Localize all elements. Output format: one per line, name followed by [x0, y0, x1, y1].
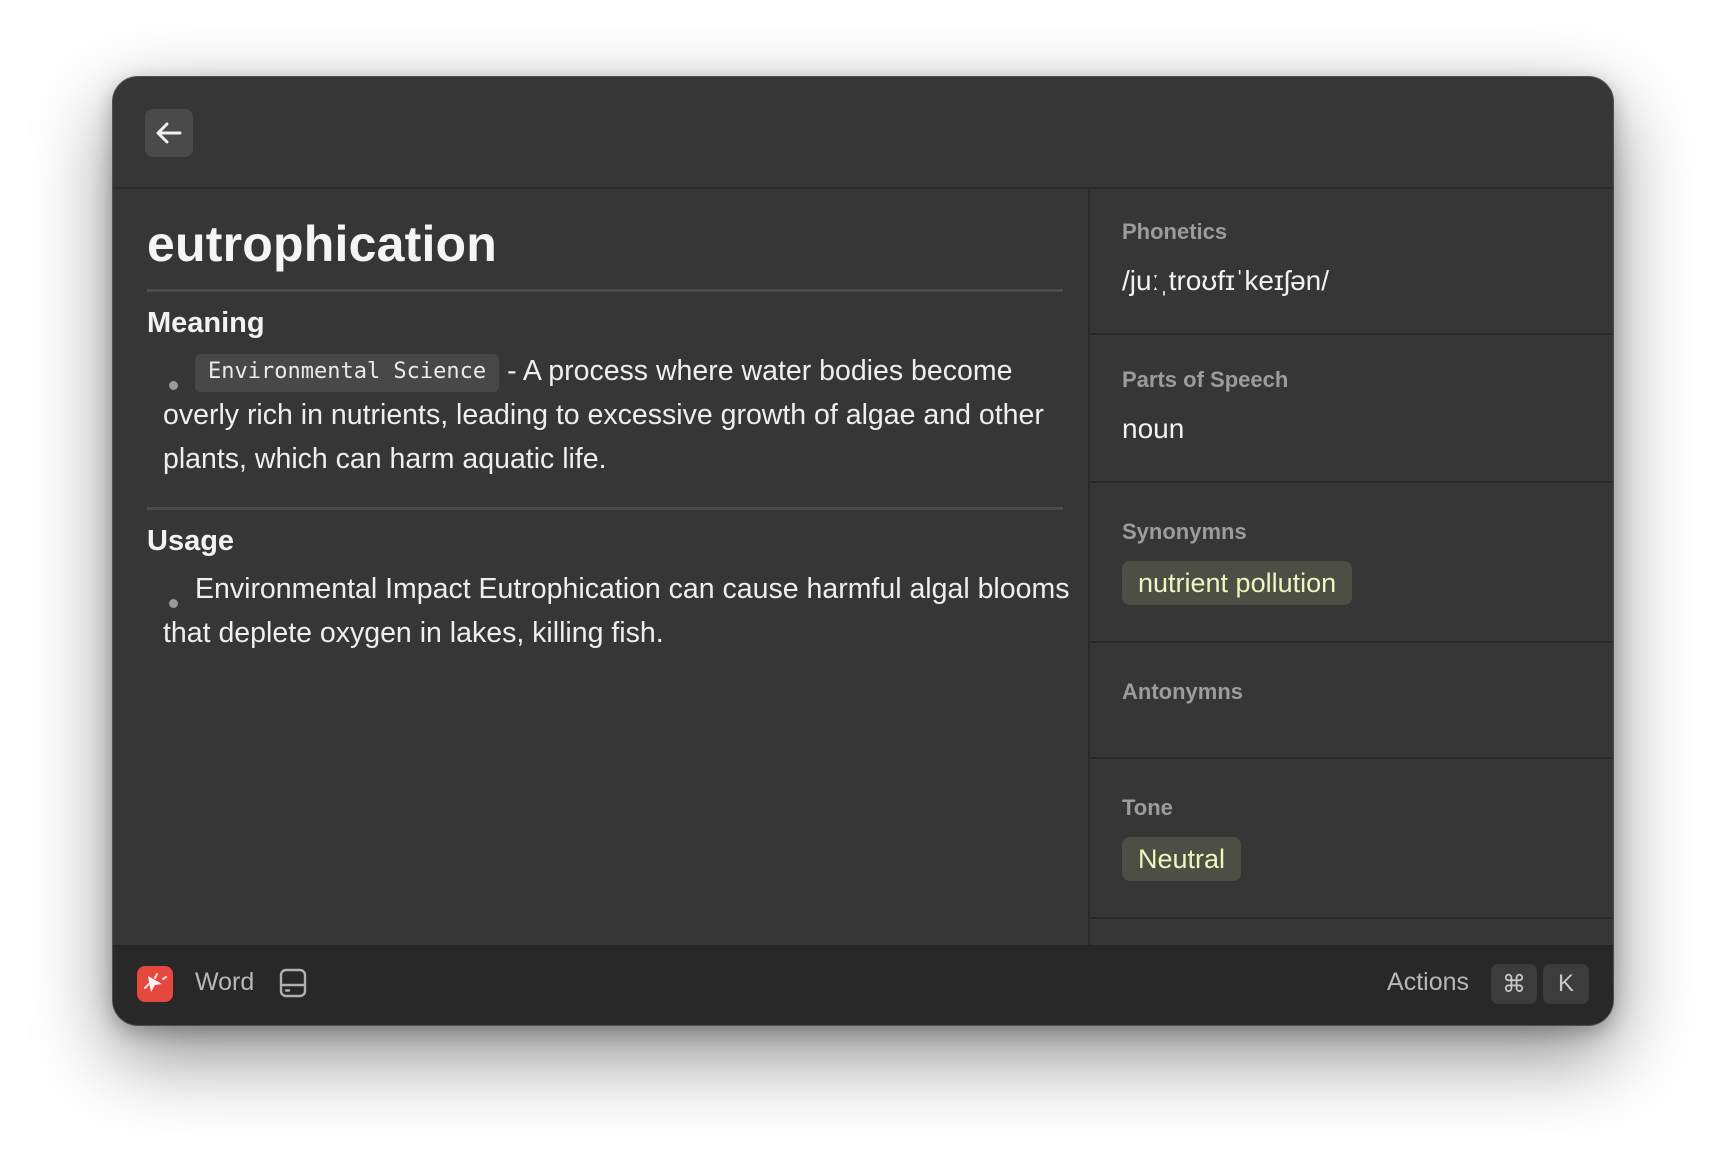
shortcut-key-k: K [1543, 964, 1589, 1004]
phonetics-label: Phonetics [1122, 219, 1228, 244]
synonyms-section: Synonymns nutrient pollution [1090, 483, 1613, 643]
tone-section: Tone Neutral [1090, 759, 1613, 919]
details-sidebar: Phonetics /juːˌtroʊfɪˈkeɪʃən/ Parts of S… [1088, 189, 1613, 945]
parts-of-speech-label: Parts of Speech [1122, 367, 1289, 392]
phonetics-value: /juːˌtroʊfɪˈkeɪʃən/ [1122, 265, 1330, 296]
parts-of-speech-section: Parts of Speech noun [1090, 335, 1613, 483]
tone-label: Tone [1122, 795, 1173, 820]
footer-bar: Word Actions ⌘ K [113, 945, 1613, 1025]
phonetics-section: Phonetics /juːˌtroʊfɪˈkeɪʃən/ [1090, 189, 1613, 335]
shortcut-key-cmd: ⌘ [1491, 964, 1537, 1004]
antonyms-section: Antonymns [1090, 643, 1613, 759]
parts-of-speech-value: noun [1122, 413, 1185, 444]
tone-chip: Neutral [1122, 837, 1242, 881]
dictionary-window: eutrophication Meaning Environmental Sci… [112, 76, 1614, 1026]
divider [147, 507, 1063, 510]
app-logo-icon [137, 966, 173, 1002]
panel-bottom-icon[interactable] [279, 968, 307, 1003]
meaning-heading: Meaning [147, 307, 265, 339]
back-button[interactable] [145, 109, 193, 157]
actions-button[interactable]: Actions [1387, 968, 1469, 997]
usage-item: Environmental Impact Eutrophication can … [163, 573, 1070, 649]
antonyms-label: Antonymns [1122, 679, 1243, 704]
synonym-chip: nutrient pollution [1122, 561, 1353, 605]
top-bar [113, 77, 1613, 189]
definition-panel: eutrophication Meaning Environmental Sci… [113, 189, 1088, 945]
synonyms-label: Synonymns [1122, 519, 1247, 544]
category-tag: Environmental Science [195, 354, 500, 392]
meaning-item: Environmental Science - A process where … [163, 349, 1079, 481]
divider [147, 289, 1063, 292]
word-title: eutrophication [147, 216, 498, 272]
footer-app-name: Word [195, 968, 255, 996]
arrow-left-icon [156, 122, 182, 144]
usage-heading: Usage [147, 525, 235, 557]
